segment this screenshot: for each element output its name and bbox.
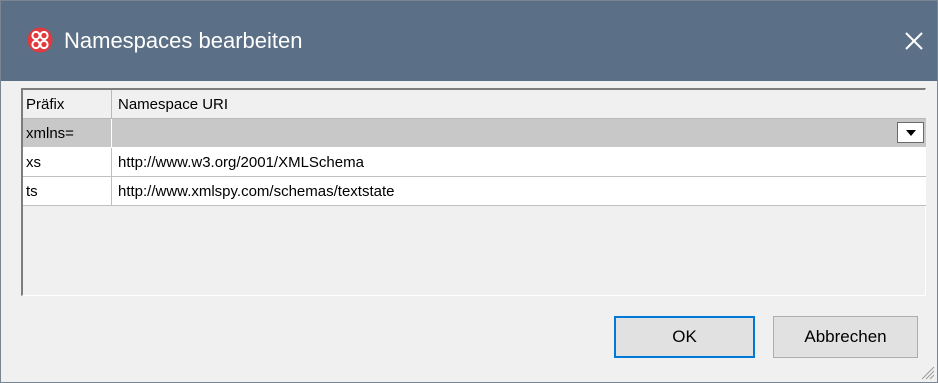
cancel-button[interactable]: Abbrechen xyxy=(773,316,918,358)
ok-button[interactable]: OK xyxy=(614,316,755,358)
table-row[interactable]: xs http://www.w3.org/2001/XMLSchema xyxy=(23,148,926,177)
close-icon xyxy=(905,32,923,50)
namespaces-dialog: Namespaces bearbeiten Präfix Namespace U… xyxy=(0,0,938,383)
prefix-cell[interactable]: xs xyxy=(23,148,112,176)
dialog-title: Namespaces bearbeiten xyxy=(64,28,303,53)
column-header-prefix[interactable]: Präfix xyxy=(23,90,112,118)
uri-cell[interactable]: http://www.xmlspy.com/schemas/textstate xyxy=(112,177,926,205)
namespace-grid: Präfix Namespace URI xmlns= xs http://ww… xyxy=(21,88,926,296)
title-bar[interactable]: Namespaces bearbeiten xyxy=(1,1,937,81)
dropdown-arrow-icon xyxy=(905,129,916,136)
namespace-dropdown-button[interactable] xyxy=(897,122,924,143)
close-button[interactable] xyxy=(891,1,937,81)
prefix-cell[interactable]: ts xyxy=(23,177,112,205)
resize-grip-icon[interactable] xyxy=(919,364,935,380)
column-header-uri[interactable]: Namespace URI xyxy=(112,90,926,118)
namespace-prefix-cell[interactable]: xmlns= xyxy=(23,119,112,147)
xmlspy-logo-icon xyxy=(27,27,53,53)
table-row[interactable]: ts http://www.xmlspy.com/schemas/textsta… xyxy=(23,177,926,206)
namespace-uri-cell[interactable] xyxy=(112,119,926,147)
default-namespace-row[interactable]: xmlns= xyxy=(23,119,926,148)
uri-cell[interactable]: http://www.w3.org/2001/XMLSchema xyxy=(112,148,926,176)
grid-header-row: Präfix Namespace URI xyxy=(23,90,926,119)
